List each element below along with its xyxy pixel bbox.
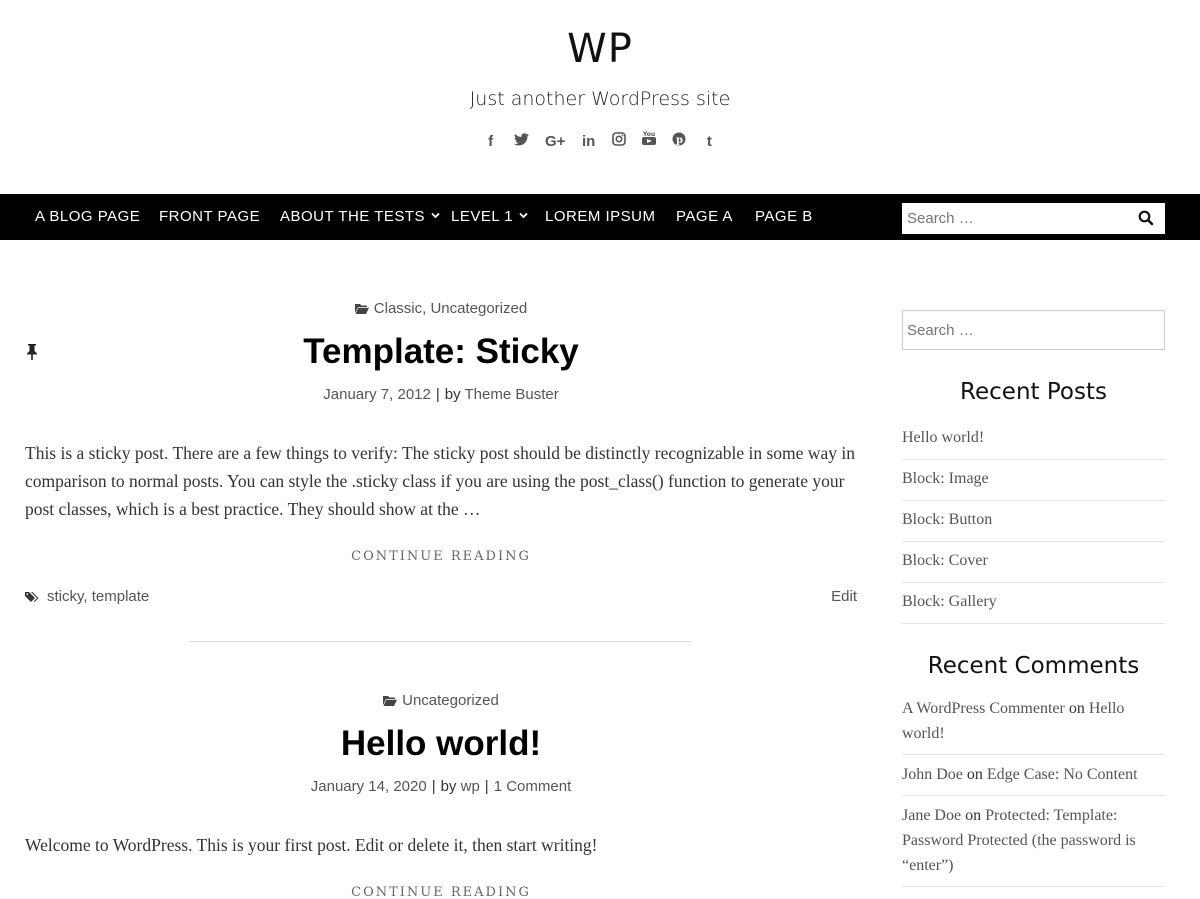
linkedin-icon[interactable]: in xyxy=(582,133,596,150)
recent-comment-item: John Doe on Edge Case: No Content xyxy=(902,755,1165,796)
edit-link[interactable]: Edit xyxy=(831,588,857,605)
twitter-icon[interactable] xyxy=(513,133,529,150)
header-search-form xyxy=(902,203,1165,234)
comment-author: Jane Doe xyxy=(902,807,962,824)
search-icon[interactable] xyxy=(1137,209,1155,227)
recent-comments-list: A WordPress Commenter on Hello world! Jo… xyxy=(902,689,1165,887)
post-categories: Uncategorized xyxy=(25,692,857,709)
post-footer: sticky, template Edit xyxy=(25,588,857,608)
svg-text:You: You xyxy=(642,131,655,138)
post-title[interactable]: Template: Sticky xyxy=(25,332,857,372)
post-meta: January 14, 2020 | by wp | 1 Comment xyxy=(310,778,572,795)
facebook-icon[interactable]: f xyxy=(484,133,498,150)
site-tagline: Just another WordPress site xyxy=(469,88,731,110)
recent-post-item[interactable]: Block: Gallery xyxy=(902,583,1165,624)
comment-post-link[interactable]: Edge Case: No Content xyxy=(987,766,1138,783)
continue-reading-link[interactable]: CONTINUE READING xyxy=(25,885,857,899)
site-title[interactable]: WP xyxy=(0,26,1200,72)
recent-post-item[interactable]: Block: Cover xyxy=(902,542,1165,583)
youtube-icon[interactable]: You xyxy=(641,130,656,150)
recent-posts-title: Recent Posts xyxy=(960,379,1107,405)
post-author[interactable]: wp xyxy=(461,778,480,795)
sidebar: Recent Posts Hello world! Block: Image B… xyxy=(902,310,1165,887)
post-meta: January 7, 2012 | by Theme Buster xyxy=(323,386,559,403)
recent-post-item[interactable]: Block: Button xyxy=(902,501,1165,542)
post-divider xyxy=(190,641,692,642)
nav-item-front-page[interactable]: FRONT PAGE xyxy=(159,208,260,225)
instagram-icon[interactable] xyxy=(611,132,626,150)
chevron-down-icon xyxy=(519,211,528,221)
recent-post-item[interactable]: Block: Image xyxy=(902,460,1165,501)
post-date[interactable]: January 14, 2020 xyxy=(311,778,427,795)
post-categories: Classic, Uncategorized xyxy=(25,300,857,317)
nav-item-about-the-tests[interactable]: ABOUT THE TESTS xyxy=(280,208,440,225)
recent-post-item[interactable]: Hello world! xyxy=(902,419,1165,460)
folder-icon xyxy=(383,696,398,706)
site-header: WP Just another WordPress site f G+ in Y… xyxy=(0,0,1200,194)
post-excerpt: This is a sticky post. There are a few t… xyxy=(25,443,855,519)
tumblr-icon[interactable]: t xyxy=(702,133,716,150)
category-link[interactable]: Classic xyxy=(374,300,422,317)
recent-posts-list: Hello world! Block: Image Block: Button … xyxy=(902,419,1165,624)
post-author[interactable]: Theme Buster xyxy=(465,386,559,403)
nav-item-page-a[interactable]: PAGE A xyxy=(676,208,733,225)
social-links: f G+ in You p t xyxy=(0,130,1200,150)
recent-comment-item: Jane Doe on Protected: Template: Passwor… xyxy=(902,796,1165,887)
nav-item-a-blog-page[interactable]: A BLOG PAGE xyxy=(35,208,140,225)
svg-text:p: p xyxy=(676,135,683,146)
tag-link[interactable]: sticky xyxy=(47,588,83,605)
continue-reading-link[interactable]: CONTINUE READING xyxy=(25,549,857,564)
comment-author-link[interactable]: A WordPress Commenter xyxy=(902,700,1065,717)
recent-comment-item: A WordPress Commenter on Hello world! xyxy=(902,689,1165,755)
category-link[interactable]: Uncategorized xyxy=(430,300,527,317)
comment-author: John Doe xyxy=(902,766,963,783)
post-tags: sticky, template xyxy=(47,588,150,605)
chevron-down-icon xyxy=(431,211,440,221)
recent-comments-title: Recent Comments xyxy=(927,653,1140,679)
sidebar-search-input[interactable] xyxy=(902,310,1165,350)
post-title[interactable]: Hello world! xyxy=(25,724,857,764)
comments-link[interactable]: 1 Comment xyxy=(494,778,572,795)
post-excerpt: Welcome to WordPress. This is your first… xyxy=(25,835,598,855)
category-link[interactable]: Uncategorized xyxy=(402,692,499,709)
post-date[interactable]: January 7, 2012 xyxy=(323,386,431,403)
pinterest-icon[interactable]: p xyxy=(672,132,686,150)
nav-item-lorem-ipsum[interactable]: LOREM IPSUM xyxy=(545,208,656,225)
tags-icon xyxy=(25,592,39,602)
nav-item-level-1[interactable]: LEVEL 1 xyxy=(451,208,528,225)
nav-item-page-b[interactable]: PAGE B xyxy=(755,208,813,225)
header-search-input[interactable] xyxy=(902,203,1132,234)
tag-link[interactable]: template xyxy=(92,588,150,605)
google-plus-icon[interactable]: G+ xyxy=(545,133,565,150)
folder-icon xyxy=(354,304,369,314)
